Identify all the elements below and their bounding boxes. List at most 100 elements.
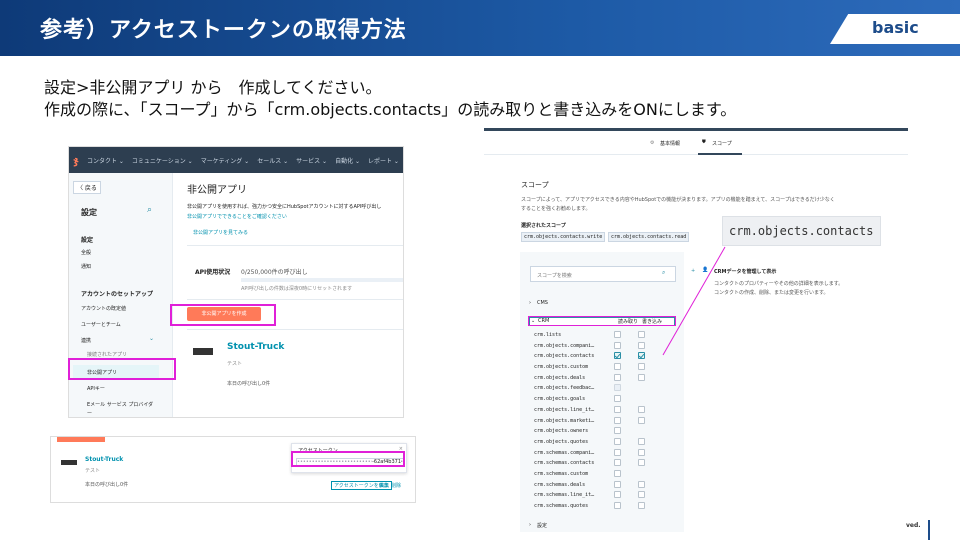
tab-scopes[interactable]: スコープ — [712, 140, 732, 147]
sidebar-item[interactable]: 通知 — [81, 263, 91, 270]
write-checkbox[interactable] — [638, 480, 645, 488]
write-checkbox[interactable] — [638, 352, 645, 360]
read-checkbox[interactable] — [614, 373, 621, 381]
nav-item[interactable]: マーケティング ⌄ — [201, 156, 249, 165]
scope-row: crm.objects.quotes — [532, 437, 678, 448]
chevron-right-icon[interactable]: › — [529, 300, 531, 306]
scope-row: crm.objects.marketi… — [532, 416, 678, 427]
read-checkbox[interactable] — [614, 395, 621, 403]
read-checkbox[interactable] — [614, 427, 621, 435]
scope-row-contacts: crm.objects.contacts — [532, 351, 678, 362]
shield-icon: ⛊ — [702, 139, 706, 145]
read-checkbox[interactable] — [614, 341, 621, 349]
back-button[interactable]: 〈 戻る — [73, 181, 101, 194]
category-settings[interactable]: 設定 — [537, 522, 547, 529]
instruction-line-1: 設定>非公開アプリ から 作成してください。 — [44, 78, 382, 97]
delete-link[interactable]: 削除 — [391, 482, 401, 489]
scope-name: crm.schemas.contacts — [534, 460, 595, 467]
write-checkbox[interactable] — [638, 405, 645, 413]
view-apps-link[interactable]: 非公開アプリを見てみる — [193, 229, 248, 236]
read-checkbox[interactable] — [614, 459, 621, 467]
nav-item[interactable]: 自動化 ⌄ — [335, 156, 360, 165]
write-checkbox[interactable] — [638, 502, 645, 509]
detail-line: コンタクトのプロパティーやその他の詳細を表示します。 — [714, 281, 844, 287]
read-checkbox[interactable] — [614, 502, 621, 509]
api-usage-note: API呼び出しの件数は深夜0時にリセットされます — [241, 286, 353, 292]
sidebar-item[interactable]: Eメール サービス プロバイダー — [87, 401, 157, 417]
read-checkbox[interactable] — [614, 352, 621, 360]
write-checkbox[interactable] — [638, 363, 645, 371]
read-checkbox[interactable] — [614, 469, 621, 477]
read-checkbox[interactable] — [614, 480, 621, 488]
footer-rule — [928, 520, 930, 540]
write-checkbox[interactable] — [638, 459, 645, 467]
scopes-description: スコープによって、アプリでアクセスできる内容やHubSpotでの機能が決まります… — [521, 197, 835, 203]
settings-sidebar: 〈 戻る 設定 ⌕ 設定 全般 通知 アカウントのセットアップ アカウントの既定… — [69, 173, 173, 417]
chevron-right-icon[interactable]: › — [529, 522, 531, 528]
scope-row: crm.schemas.deals — [532, 480, 678, 491]
read-checkbox[interactable] — [614, 363, 621, 371]
nav-item[interactable]: レポート ⌄ — [368, 156, 399, 165]
chevron-down-icon[interactable]: ⌄ — [149, 335, 154, 342]
highlight-token-field — [291, 451, 405, 467]
edit-link[interactable]: 編集 — [379, 482, 389, 489]
scope-name: crm.schemas.quotes — [534, 503, 589, 509]
write-checkbox[interactable] — [638, 491, 645, 499]
app-name[interactable]: Stout-Truck — [85, 456, 123, 463]
sidebar-item[interactable]: 全般 — [81, 249, 91, 256]
write-checkbox[interactable] — [638, 341, 645, 349]
app-calls: 本日の呼び出し0件 — [227, 381, 271, 387]
read-checkbox[interactable] — [614, 448, 621, 456]
scope-row: crm.schemas.line_it… — [532, 490, 678, 501]
api-usage-bar — [241, 278, 403, 282]
read-checkbox[interactable] — [614, 331, 621, 338]
scope-search-input[interactable]: スコープを検索 — [530, 266, 676, 282]
scopes-heading: スコープ — [521, 181, 549, 189]
nav-item[interactable]: サービス ⌄ — [296, 156, 327, 165]
app-tag: テスト — [85, 468, 101, 474]
scope-chip: crm.objects.contacts.read — [608, 232, 690, 242]
sidebar-section: アカウントのセットアップ — [81, 291, 154, 298]
sidebar-item[interactable]: アカウントの既定値 — [81, 305, 126, 312]
search-icon[interactable]: ⌕ — [147, 205, 152, 215]
scope-rows: crm.lists crm.objects.compani… crm.objects… — [532, 330, 678, 512]
scope-row: crm.lists — [532, 330, 678, 341]
sidebar-item[interactable]: ユーザーとチーム — [81, 321, 121, 328]
tab-basic-info[interactable]: 基本情報 — [660, 140, 680, 147]
app-tag: テスト — [227, 361, 243, 367]
read-checkbox[interactable] — [614, 491, 621, 499]
scope-name: crm.schemas.deals — [534, 481, 586, 488]
search-icon[interactable]: ⌕ — [662, 269, 665, 277]
nav-item[interactable]: コミュニケーション ⌄ — [132, 156, 193, 165]
copyright: ved. — [906, 522, 921, 529]
read-checkbox[interactable] — [614, 405, 621, 413]
detail-title: CRMデータを管理して表示 — [714, 269, 777, 275]
app-card[interactable]: Stout-Truck テスト 本日の呼び出し0件 — [187, 329, 403, 397]
nav-item[interactable]: セールス ⌄ — [257, 156, 288, 165]
scope-name: crm.objects.owners — [534, 428, 589, 435]
hubspot-logo-icon[interactable]: ჯ — [73, 154, 79, 167]
write-checkbox[interactable] — [638, 331, 645, 338]
sidebar-item[interactable]: 接続されたアプリ — [87, 351, 127, 358]
nav-item[interactable]: コンタクト ⌄ — [87, 156, 124, 165]
app-name[interactable]: Stout-Truck — [227, 342, 284, 352]
learn-more-link[interactable]: 非公開アプリでできることをご確認ください — [187, 213, 287, 220]
level-badge: basic — [830, 14, 960, 44]
sidebar-item[interactable]: 連携 — [81, 337, 91, 344]
read-checkbox[interactable] — [614, 416, 621, 424]
write-checkbox[interactable] — [638, 437, 645, 445]
scope-name: crm.schemas.compani… — [534, 449, 595, 456]
divider — [187, 299, 403, 300]
scope-name: crm.lists — [534, 332, 562, 338]
sidebar-item[interactable]: APIキー — [87, 385, 105, 392]
write-checkbox[interactable] — [638, 416, 645, 424]
category-cms[interactable]: CMS — [537, 300, 548, 306]
scope-row: crm.schemas.quotes — [532, 501, 678, 512]
write-checkbox[interactable] — [638, 373, 645, 381]
read-checkbox[interactable] — [614, 437, 621, 445]
write-checkbox[interactable] — [638, 448, 645, 456]
scope-list-panel: スコープを検索 ⌕ › CMS ⌄ CRM 読み取り 書き込み crm.list… — [520, 252, 684, 532]
app-icon — [61, 460, 77, 465]
info-icon: ⚙ — [650, 140, 655, 146]
read-checkbox — [614, 384, 621, 392]
